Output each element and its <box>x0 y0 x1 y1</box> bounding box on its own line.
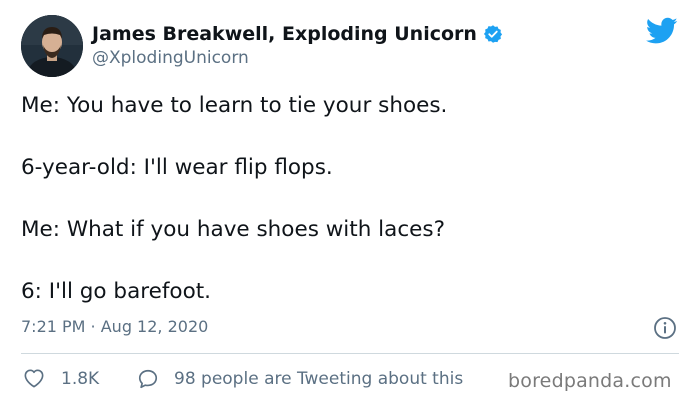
tweet-line: 6-year-old: I'll wear flip flops. <box>21 155 333 180</box>
author-handle[interactable]: @XplodingUnicorn <box>92 48 249 68</box>
speech-bubble-icon[interactable] <box>137 368 159 390</box>
divider <box>21 353 679 354</box>
like-count[interactable]: 1.8K <box>61 369 99 389</box>
avatar[interactable] <box>21 15 83 77</box>
tweet-line: 6: I'll go barefoot. <box>21 279 211 304</box>
verified-badge-icon <box>483 24 503 44</box>
tweet-line: Me: You have to learn to tie your shoes. <box>21 93 448 118</box>
watermark: boredpanda.com <box>508 370 672 392</box>
tweet-line: Me: What if you have shoes with laces? <box>21 217 445 242</box>
heart-icon[interactable] <box>23 368 45 388</box>
tweeting-about-link[interactable]: 98 people are Tweeting about this <box>174 369 463 389</box>
twitter-bird-icon[interactable] <box>645 17 678 45</box>
info-icon[interactable] <box>653 316 677 340</box>
author-name-row: James Breakwell, Exploding Unicorn <box>92 22 503 46</box>
tweet-timestamp[interactable]: 7:21 PM · Aug 12, 2020 <box>21 317 208 336</box>
avatar-image <box>21 15 83 77</box>
display-name[interactable]: James Breakwell, Exploding Unicorn <box>92 23 477 45</box>
